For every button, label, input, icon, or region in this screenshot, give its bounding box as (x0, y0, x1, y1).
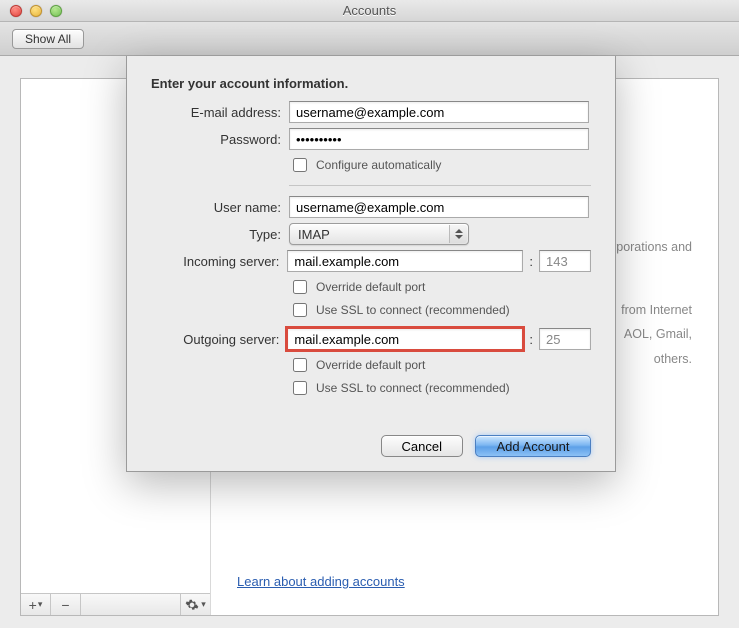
email-label: E-mail address: (151, 105, 281, 120)
type-label: Type: (151, 227, 281, 242)
bg-line-5: AOL, Gmail, (624, 327, 692, 341)
outgoing-override-port-label: Override default port (316, 358, 425, 372)
incoming-server-label: Incoming server: (151, 254, 279, 269)
incoming-override-port-label: Override default port (316, 280, 425, 294)
incoming-use-ssl-label: Use SSL to connect (recommended) (316, 303, 510, 317)
bg-line-6: others. (654, 352, 692, 366)
configure-automatically-checkbox[interactable] (293, 158, 307, 172)
show-all-button[interactable]: Show All (12, 29, 84, 49)
username-input[interactable] (289, 196, 589, 218)
username-label: User name: (151, 200, 281, 215)
window-title: Accounts (0, 3, 739, 18)
account-type-value: IMAP (298, 227, 330, 242)
updown-caret-icon (449, 225, 467, 243)
colon: : (529, 332, 533, 347)
incoming-server-input[interactable] (287, 250, 523, 272)
add-account-sheet: Enter your account information. E-mail a… (126, 56, 616, 472)
add-account-button[interactable]: +▾ (21, 594, 51, 615)
configure-automatically-label: Configure automatically (316, 158, 441, 172)
incoming-override-port-checkbox[interactable] (293, 280, 307, 294)
outgoing-port-input[interactable] (539, 328, 591, 350)
outgoing-override-port-checkbox[interactable] (293, 358, 307, 372)
gear-icon (185, 598, 199, 612)
password-input[interactable] (289, 128, 589, 150)
sidebar-footer: +▾ − ▾ (21, 593, 210, 615)
chevron-down-icon: ▾ (201, 599, 206, 610)
plus-icon: + (29, 597, 37, 613)
chevron-down-icon: ▾ (38, 599, 43, 610)
outgoing-use-ssl-checkbox[interactable] (293, 381, 307, 395)
minus-icon: − (61, 597, 69, 613)
add-account-button[interactable]: Add Account (475, 435, 591, 457)
toolbar: Show All (0, 22, 739, 56)
cancel-button[interactable]: Cancel (381, 435, 463, 457)
bg-line-4: from Internet (621, 303, 692, 317)
password-label: Password: (151, 132, 281, 147)
accounts-options-button[interactable]: ▾ (180, 594, 210, 615)
separator (289, 185, 591, 186)
remove-account-button[interactable]: − (51, 594, 81, 615)
account-type-select[interactable]: IMAP (289, 223, 469, 245)
titlebar: Accounts (0, 0, 739, 22)
learn-about-adding-accounts-link[interactable]: Learn about adding accounts (237, 574, 405, 589)
email-input[interactable] (289, 101, 589, 123)
incoming-use-ssl-checkbox[interactable] (293, 303, 307, 317)
outgoing-server-input[interactable] (287, 328, 523, 350)
outgoing-use-ssl-label: Use SSL to connect (recommended) (316, 381, 510, 395)
colon: : (529, 254, 533, 269)
incoming-port-input[interactable] (539, 250, 591, 272)
sheet-heading: Enter your account information. (151, 76, 591, 91)
outgoing-server-label: Outgoing server: (151, 332, 279, 347)
